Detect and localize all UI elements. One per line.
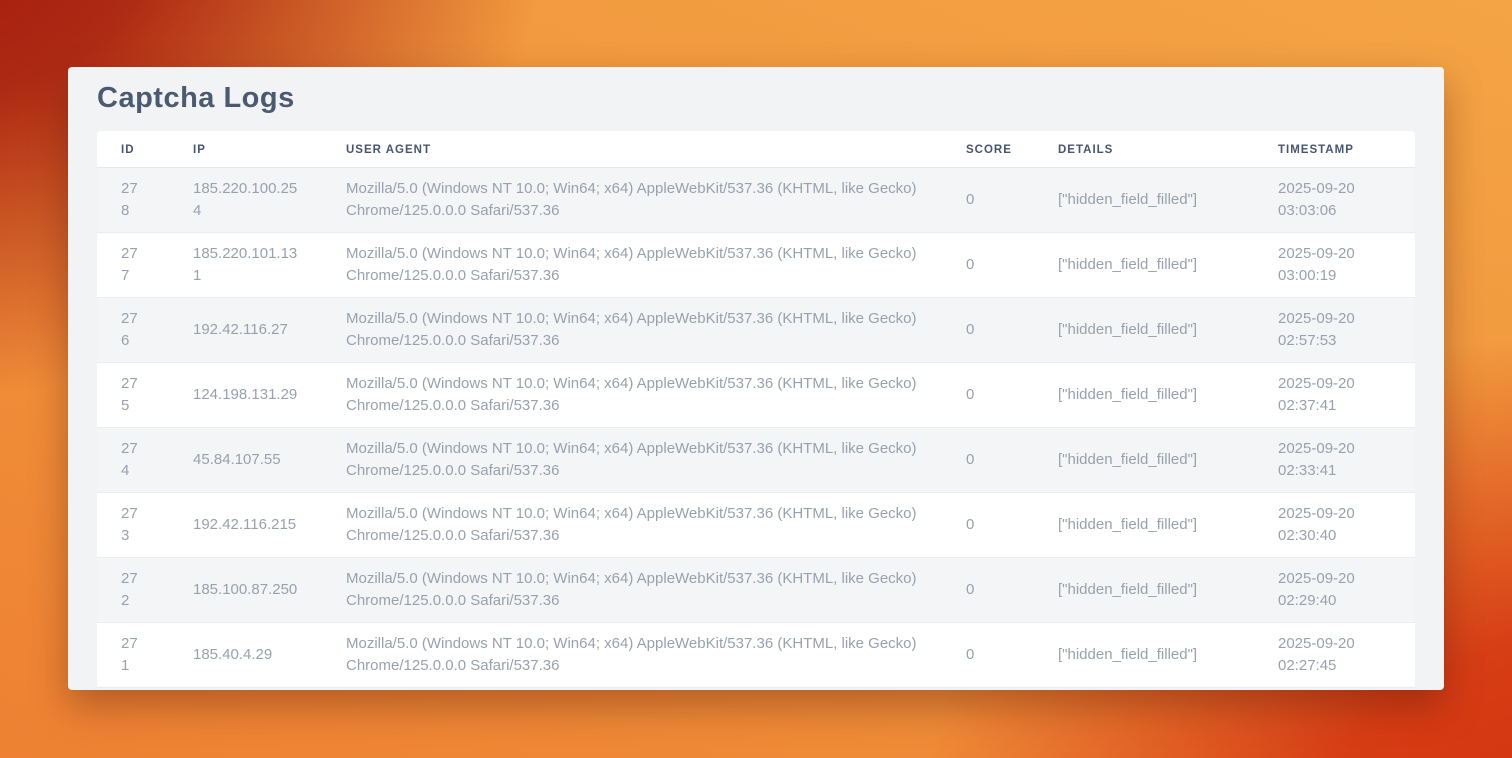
cell-ip: 124.198.131.29	[169, 363, 322, 428]
cell-user_agent: Mozilla/5.0 (Windows NT 10.0; Win64; x64…	[322, 623, 942, 688]
cell-details: ["hidden_field_filled"]	[1034, 363, 1254, 428]
cell-score: 0	[942, 428, 1034, 493]
cell-timestamp: 2025-09-20 02:27:45	[1254, 623, 1415, 688]
cell-user_agent: Mozilla/5.0 (Windows NT 10.0; Win64; x64…	[322, 233, 942, 298]
cell-timestamp: 2025-09-20 02:57:53	[1254, 298, 1415, 363]
cell-ip: 185.100.87.250	[169, 558, 322, 623]
column-header-user_agent: USER AGENT	[322, 131, 942, 168]
cell-user_agent: Mozilla/5.0 (Windows NT 10.0; Win64; x64…	[322, 363, 942, 428]
cell-ip: 192.42.116.27	[169, 298, 322, 363]
table-row: 275124.198.131.29Mozilla/5.0 (Windows NT…	[97, 363, 1415, 428]
cell-score: 0	[942, 623, 1034, 688]
cell-details: ["hidden_field_filled"]	[1034, 558, 1254, 623]
cell-ip: 45.84.107.55	[169, 428, 322, 493]
cell-id: 273	[97, 493, 169, 558]
table-row: 277185.220.101.131Mozilla/5.0 (Windows N…	[97, 233, 1415, 298]
cell-timestamp: 2025-09-20 03:03:06	[1254, 168, 1415, 233]
cell-timestamp: 2025-09-20 02:37:41	[1254, 363, 1415, 428]
table-header-row: IDIPUSER AGENTSCOREDETAILSTIMESTAMP	[97, 131, 1415, 168]
column-header-timestamp: TIMESTAMP	[1254, 131, 1415, 168]
cell-score: 0	[942, 298, 1034, 363]
column-header-id: ID	[97, 131, 169, 168]
table-row: 27445.84.107.55Mozilla/5.0 (Windows NT 1…	[97, 428, 1415, 493]
cell-details: ["hidden_field_filled"]	[1034, 623, 1254, 688]
table-body: 278185.220.100.254Mozilla/5.0 (Windows N…	[97, 168, 1415, 688]
cell-details: ["hidden_field_filled"]	[1034, 168, 1254, 233]
column-header-details: DETAILS	[1034, 131, 1254, 168]
cell-user_agent: Mozilla/5.0 (Windows NT 10.0; Win64; x64…	[322, 428, 942, 493]
cell-id: 278	[97, 168, 169, 233]
page-title: Captcha Logs	[97, 82, 1415, 114]
cell-ip: 185.40.4.29	[169, 623, 322, 688]
cell-ip: 185.220.101.131	[169, 233, 322, 298]
cell-id: 274	[97, 428, 169, 493]
cell-id: 271	[97, 623, 169, 688]
cell-ip: 185.220.100.254	[169, 168, 322, 233]
cell-id: 272	[97, 558, 169, 623]
cell-user_agent: Mozilla/5.0 (Windows NT 10.0; Win64; x64…	[322, 168, 942, 233]
cell-score: 0	[942, 558, 1034, 623]
cell-timestamp: 2025-09-20 02:30:40	[1254, 493, 1415, 558]
cell-score: 0	[942, 493, 1034, 558]
cell-id: 276	[97, 298, 169, 363]
cell-timestamp: 2025-09-20 02:29:40	[1254, 558, 1415, 623]
cell-ip: 192.42.116.215	[169, 493, 322, 558]
column-header-score: SCORE	[942, 131, 1034, 168]
logs-table: IDIPUSER AGENTSCOREDETAILSTIMESTAMP 2781…	[97, 131, 1415, 688]
cell-id: 275	[97, 363, 169, 428]
card-header: Captcha Logs	[68, 67, 1444, 131]
cell-details: ["hidden_field_filled"]	[1034, 493, 1254, 558]
table-row: 273192.42.116.215Mozilla/5.0 (Windows NT…	[97, 493, 1415, 558]
cell-id: 277	[97, 233, 169, 298]
cell-score: 0	[942, 233, 1034, 298]
table-row: 276192.42.116.27Mozilla/5.0 (Windows NT …	[97, 298, 1415, 363]
table-row: 272185.100.87.250Mozilla/5.0 (Windows NT…	[97, 558, 1415, 623]
column-header-ip: IP	[169, 131, 322, 168]
cell-score: 0	[942, 363, 1034, 428]
cell-user_agent: Mozilla/5.0 (Windows NT 10.0; Win64; x64…	[322, 493, 942, 558]
captcha-logs-card: Captcha Logs IDIPUSER AGENTSCOREDETAILST…	[68, 67, 1444, 690]
table-row: 271185.40.4.29Mozilla/5.0 (Windows NT 10…	[97, 623, 1415, 688]
cell-score: 0	[942, 168, 1034, 233]
table-row: 278185.220.100.254Mozilla/5.0 (Windows N…	[97, 168, 1415, 233]
cell-details: ["hidden_field_filled"]	[1034, 428, 1254, 493]
cell-details: ["hidden_field_filled"]	[1034, 233, 1254, 298]
cell-timestamp: 2025-09-20 03:00:19	[1254, 233, 1415, 298]
cell-timestamp: 2025-09-20 02:33:41	[1254, 428, 1415, 493]
page-background: Captcha Logs IDIPUSER AGENTSCOREDETAILST…	[0, 0, 1512, 758]
cell-user_agent: Mozilla/5.0 (Windows NT 10.0; Win64; x64…	[322, 558, 942, 623]
cell-details: ["hidden_field_filled"]	[1034, 298, 1254, 363]
logs-table-container: IDIPUSER AGENTSCOREDETAILSTIMESTAMP 2781…	[97, 131, 1415, 688]
cell-user_agent: Mozilla/5.0 (Windows NT 10.0; Win64; x64…	[322, 298, 942, 363]
